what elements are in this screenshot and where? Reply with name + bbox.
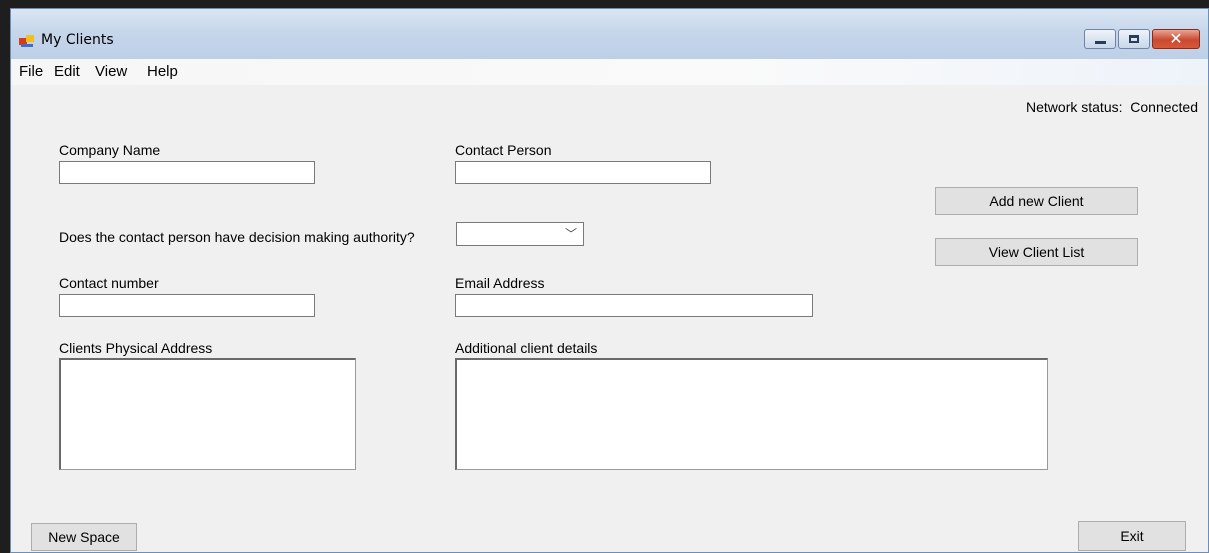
contact-person-label: Contact Person <box>455 142 552 158</box>
new-space-button[interactable]: New Space <box>31 523 137 551</box>
physical-address-label: Clients Physical Address <box>59 340 213 356</box>
contact-number-input[interactable] <box>59 294 315 317</box>
app-windows-icon <box>19 33 35 49</box>
decision-authority-label: Does the contact person have decision ma… <box>59 229 415 245</box>
company-name-input[interactable] <box>59 161 315 184</box>
main-window: My Clients ✕ File Edit View Help Network… <box>10 8 1209 553</box>
menu-view[interactable]: View <box>95 63 127 80</box>
additional-details-label: Additional client details <box>455 340 598 356</box>
network-status-value: Connected <box>1130 99 1198 115</box>
menu-help[interactable]: Help <box>147 63 178 80</box>
exit-button[interactable]: Exit <box>1078 521 1186 551</box>
network-status-label: Network status: <box>1026 99 1123 115</box>
minimize-icon <box>1095 41 1106 44</box>
menu-file[interactable]: File <box>19 63 43 80</box>
company-name-label: Company Name <box>59 142 161 158</box>
menu-bar: File Edit View Help <box>11 59 1208 85</box>
maximize-icon <box>1129 35 1139 43</box>
maximize-button[interactable] <box>1118 29 1150 49</box>
close-icon: ✕ <box>1169 29 1183 48</box>
view-client-list-button[interactable]: View Client List <box>935 238 1138 266</box>
add-new-client-button[interactable]: Add new Client <box>935 187 1138 215</box>
network-status: Network status: Connected <box>1026 99 1198 115</box>
contact-person-input[interactable] <box>455 161 711 184</box>
additional-details-textarea[interactable] <box>455 358 1048 470</box>
chevron-down-icon: ﹀ <box>564 227 577 241</box>
minimize-button[interactable] <box>1084 29 1116 49</box>
email-address-input[interactable] <box>455 294 813 317</box>
physical-address-textarea[interactable] <box>59 358 356 470</box>
title-bar[interactable]: My Clients ✕ <box>11 9 1208 59</box>
contact-number-label: Contact number <box>59 275 159 291</box>
decision-authority-select[interactable]: ﹀ <box>456 222 584 246</box>
menu-edit[interactable]: Edit <box>54 63 80 80</box>
window-title: My Clients <box>41 32 114 48</box>
email-address-label: Email Address <box>455 275 545 291</box>
caption-buttons: ✕ <box>1082 29 1200 51</box>
close-button[interactable]: ✕ <box>1152 29 1200 49</box>
